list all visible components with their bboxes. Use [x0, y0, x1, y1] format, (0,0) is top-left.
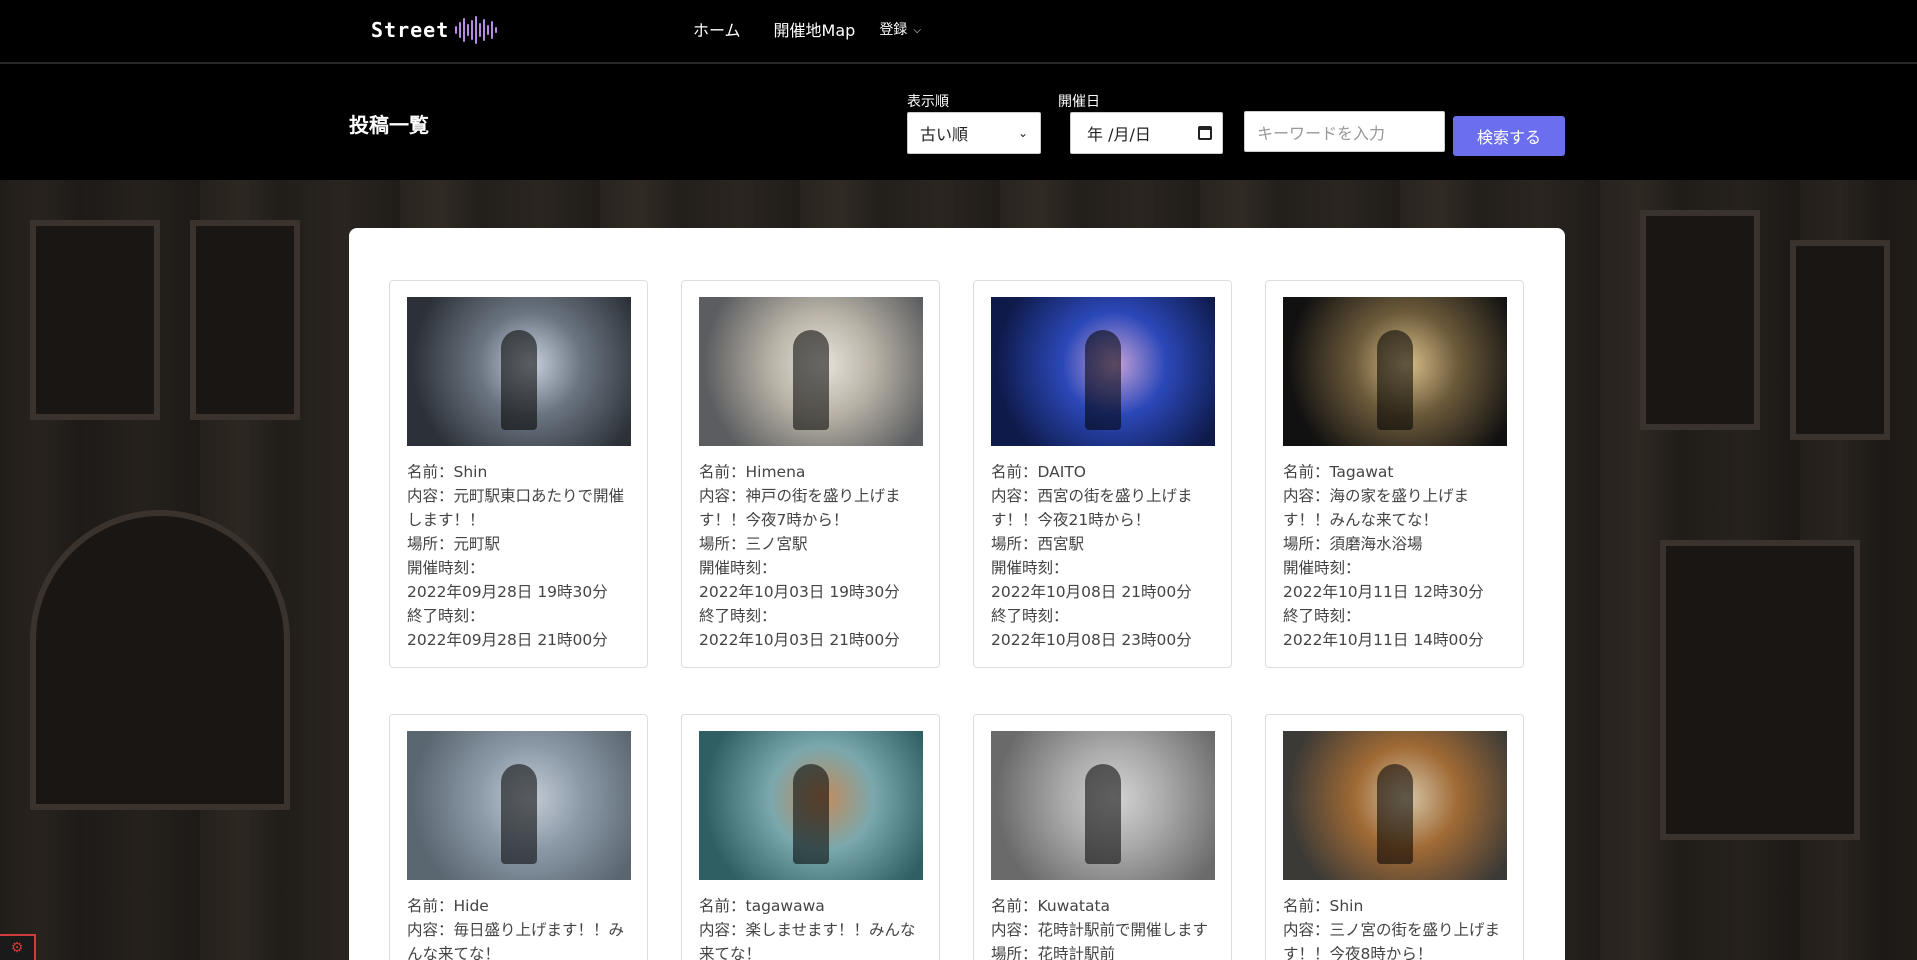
order-label: 表示順 [907, 94, 949, 110]
post-thumbnail[interactable] [991, 297, 1215, 446]
post-card[interactable]: 名前：Tagawat 内容：海の家を盛り上げます！！みんな来てな！ 場所：須磨海水浴… [1265, 280, 1524, 668]
brand-logo[interactable]: Street [371, 16, 498, 44]
post-card[interactable]: 名前：Shin 内容：元町駅東口あたりで開催します！！ 場所：元町駅 開催時刻： 202… [389, 280, 648, 668]
brand-name: Street [371, 18, 450, 42]
post-start-label: 開催時刻： [1283, 559, 1361, 577]
debug-toolbar-icon[interactable]: ⚙ [0, 934, 36, 960]
search-bar: 投稿一覧 表示順 古い順 ⌄ 開催日 年 /月/日 キーワードを入力 検索する [0, 64, 1917, 180]
post-name: 名前：Hide [407, 897, 489, 915]
post-content: 内容：元町駅東口あたりで開催します！！ [407, 487, 625, 529]
post-start: 2022年10月03日 19時30分 [699, 583, 900, 601]
post-end: 2022年09月28日 21時00分 [407, 631, 608, 649]
post-name: 名前：tagawawa [699, 897, 825, 915]
post-name: 名前：Himena [699, 463, 806, 481]
register-dropdown[interactable]: 登録 ⌵ [879, 19, 921, 39]
date-input[interactable]: 年 /月/日 [1070, 112, 1223, 154]
keyword-placeholder: キーワードを入力 [1257, 123, 1386, 143]
post-card[interactable]: 名前：Himena 内容：神戸の街を盛り上げます！！今夜7時から！ 場所：三ノ宮駅開… [681, 280, 940, 668]
post-name: 名前：Tagawat [1283, 463, 1394, 481]
search-button[interactable]: 検索する [1453, 116, 1565, 156]
post-thumbnail[interactable] [407, 297, 631, 446]
post-content: 内容：西宮の街を盛り上げます！！今夜21時から！ [991, 487, 1193, 529]
order-select-value: 古い順 [920, 125, 969, 144]
post-place: 場所：須磨海水浴場 [1283, 535, 1423, 553]
post-place: 場所：西宮駅 [991, 535, 1085, 553]
post-place: 場所：三ノ宮駅 [699, 535, 808, 553]
post-card[interactable]: 名前：Shin 内容：三ノ宮の街を盛り上げます！！今夜8時から！ [1265, 714, 1524, 960]
post-thumbnail[interactable] [699, 297, 923, 446]
post-card[interactable]: 名前：Hide 内容：毎日盛り上げます！！みんな来てな！ [389, 714, 648, 960]
top-navbar: Street ホーム 開催地Map 登録 ⌵ [0, 0, 1917, 63]
post-content: 内容：三ノ宮の街を盛り上げます！！今夜8時から！ [1283, 921, 1501, 960]
post-place: 場所：花時計駅前 [991, 945, 1116, 960]
post-start-label: 開催時刻： [991, 559, 1069, 577]
post-start: 2022年10月11日 12時30分 [1283, 583, 1484, 601]
post-content: 内容：楽しませます！！みんな来てな！ [699, 921, 916, 960]
date-input-value: 年 /月/日 [1087, 125, 1151, 144]
post-card[interactable]: 名前：Kuwatata 内容：花時計駅前で開催します 場所：花時計駅前 [973, 714, 1232, 960]
post-start: 2022年09月28日 19時30分 [407, 583, 608, 601]
posts-panel: 名前：Shin 内容：元町駅東口あたりで開催します！！ 場所：元町駅 開催時刻： 202… [349, 228, 1565, 960]
calendar-icon[interactable] [1198, 126, 1212, 140]
post-card[interactable]: 名前：DAITO 内容：西宮の街を盛り上げます！！今夜21時から！ 場所：西宮駅 開催… [973, 280, 1232, 668]
post-thumbnail[interactable] [1283, 731, 1507, 880]
post-thumbnail[interactable] [699, 731, 923, 880]
post-end: 2022年10月03日 21時00分 [699, 631, 900, 649]
page-title: 投稿一覧 [349, 113, 429, 137]
keyword-input[interactable]: キーワードを入力 [1244, 111, 1445, 152]
post-start-label: 開催時刻： [407, 559, 485, 577]
post-name: 名前：Shin [1283, 897, 1364, 915]
post-start: 2022年10月08日 21時00分 [991, 583, 1192, 601]
post-name: 名前：DAITO [991, 463, 1087, 481]
date-label: 開催日 [1058, 94, 1100, 110]
order-select[interactable]: 古い順 ⌄ [907, 112, 1041, 154]
post-thumbnail[interactable] [407, 731, 631, 880]
post-end: 2022年10月11日 14時00分 [1283, 631, 1484, 649]
post-content: 内容：神戸の街を盛り上げます！！今夜7時から！ [699, 487, 901, 529]
post-content: 内容：海の家を盛り上げます！！みんな来てな！ [1283, 487, 1470, 529]
post-place: 場所：元町駅 [407, 535, 501, 553]
post-thumbnail[interactable] [1283, 297, 1507, 446]
nav-map-link[interactable]: 開催地Map [774, 17, 856, 41]
sound-wave-icon [455, 16, 498, 44]
nav-home-link[interactable]: ホーム [693, 17, 741, 41]
post-name: 名前：Kuwatata [991, 897, 1111, 915]
post-start-label: 開催時刻： [699, 559, 777, 577]
post-thumbnail[interactable] [991, 731, 1215, 880]
register-dropdown-label: 登録 [879, 22, 908, 38]
post-name: 名前：Shin [407, 463, 488, 481]
chevron-down-icon: ⌄ [1017, 126, 1028, 140]
post-end: 2022年10月08日 23時00分 [991, 631, 1192, 649]
post-content: 内容：花時計駅前で開催します [991, 921, 1209, 939]
chevron-down-icon: ⌵ [913, 24, 921, 36]
post-end-label: 終了時刻： [699, 607, 777, 625]
post-end-label: 終了時刻： [407, 607, 485, 625]
post-end-label: 終了時刻： [1283, 607, 1361, 625]
post-card[interactable]: 名前：tagawawa 内容：楽しませます！！みんな来てな！ [681, 714, 940, 960]
post-content: 内容：毎日盛り上げます！！みんな来てな！ [407, 921, 625, 960]
post-end-label: 終了時刻： [991, 607, 1069, 625]
